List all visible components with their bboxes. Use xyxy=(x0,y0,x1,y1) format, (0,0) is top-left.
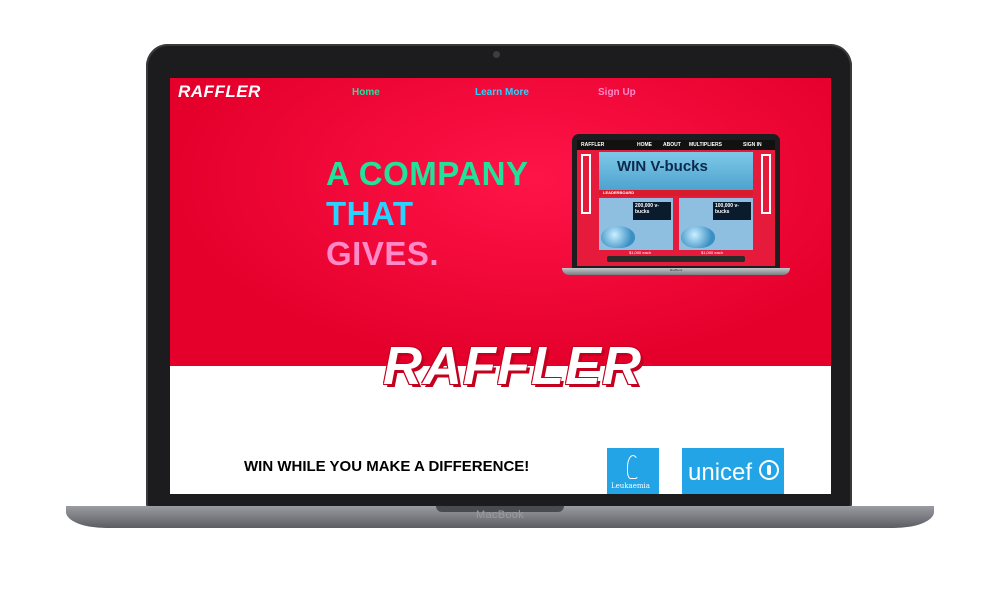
nav-home-link[interactable]: Home xyxy=(352,87,380,98)
mockup-price-2: $1,000 each xyxy=(701,250,724,255)
mockup-card-2-label: 100,000 v-bucks xyxy=(713,202,751,220)
device-label: MacBook xyxy=(476,509,524,521)
mockup-nav: RAFFLER HOME ABOUT MULTIPLIERS SIGN IN xyxy=(577,140,775,150)
mission-heading: WIN WHILE YOU MAKE A DIFFERENCE! xyxy=(244,458,530,475)
mockup-card-1: 200,000 v-bucks xyxy=(599,198,673,250)
mockup-lid: RAFFLER HOME ABOUT MULTIPLIERS SIGN IN W… xyxy=(572,134,780,270)
laptop-mockup-image: RAFFLER HOME ABOUT MULTIPLIERS SIGN IN W… xyxy=(562,134,790,278)
coins-icon xyxy=(601,226,635,248)
coins-icon xyxy=(681,226,715,248)
leukaemia-partner-logo[interactable]: Leukaemia xyxy=(607,448,659,494)
mockup-nav-about: ABOUT xyxy=(663,142,681,148)
mockup-side-banner-left xyxy=(581,154,591,214)
mockup-brand: RAFFLER xyxy=(581,142,605,148)
unicef-partner-logo[interactable]: unicef xyxy=(682,448,784,494)
mockup-nav-multipliers: MULTIPLIERS xyxy=(689,142,722,148)
mockup-screen: RAFFLER HOME ABOUT MULTIPLIERS SIGN IN W… xyxy=(577,140,775,266)
mockup-nav-home: HOME xyxy=(637,142,652,148)
mockup-card-1-label: 200,000 v-bucks xyxy=(633,202,671,220)
hero-tagline: A COMPANY THAT GIVES. xyxy=(326,154,529,274)
mockup-headline: WIN V-bucks xyxy=(617,158,708,175)
mockup-section-bar: LEADERBOARD xyxy=(599,190,753,196)
mockup-base-label: MacBook xyxy=(669,268,683,272)
leukaemia-figure-icon xyxy=(627,455,639,479)
mockup-card-2: 100,000 v-bucks xyxy=(679,198,753,250)
tagline-line-1: A COMPANY xyxy=(326,155,529,192)
raffler-big-logo: RAFFLER xyxy=(383,336,642,396)
laptop-lid: RAFFLER Home Learn More Sign Up A COMPAN… xyxy=(146,44,852,508)
mockup-nav-sign-in: SIGN IN xyxy=(743,142,762,148)
leukaemia-label: Leukaemia xyxy=(611,482,650,490)
unicef-emblem-icon xyxy=(759,460,779,480)
tagline-line-3: GIVES. xyxy=(326,235,440,272)
mockup-hero: WIN V-bucks xyxy=(599,152,753,190)
unicef-label: unicef xyxy=(688,459,753,486)
laptop-screen: RAFFLER Home Learn More Sign Up A COMPAN… xyxy=(170,78,831,494)
camera-icon xyxy=(493,51,500,58)
mockup-dock xyxy=(607,256,745,262)
tagline-line-2: THAT xyxy=(326,195,414,232)
mockup-side-banner-right xyxy=(761,154,771,214)
mockup-base: MacBook xyxy=(562,268,790,275)
mockup-price-1: $1,000 each xyxy=(629,250,652,255)
site-brand-logo[interactable]: RAFFLER xyxy=(178,82,261,102)
nav-learn-more-link[interactable]: Learn More xyxy=(475,87,529,98)
nav-sign-up-link[interactable]: Sign Up xyxy=(598,87,636,98)
